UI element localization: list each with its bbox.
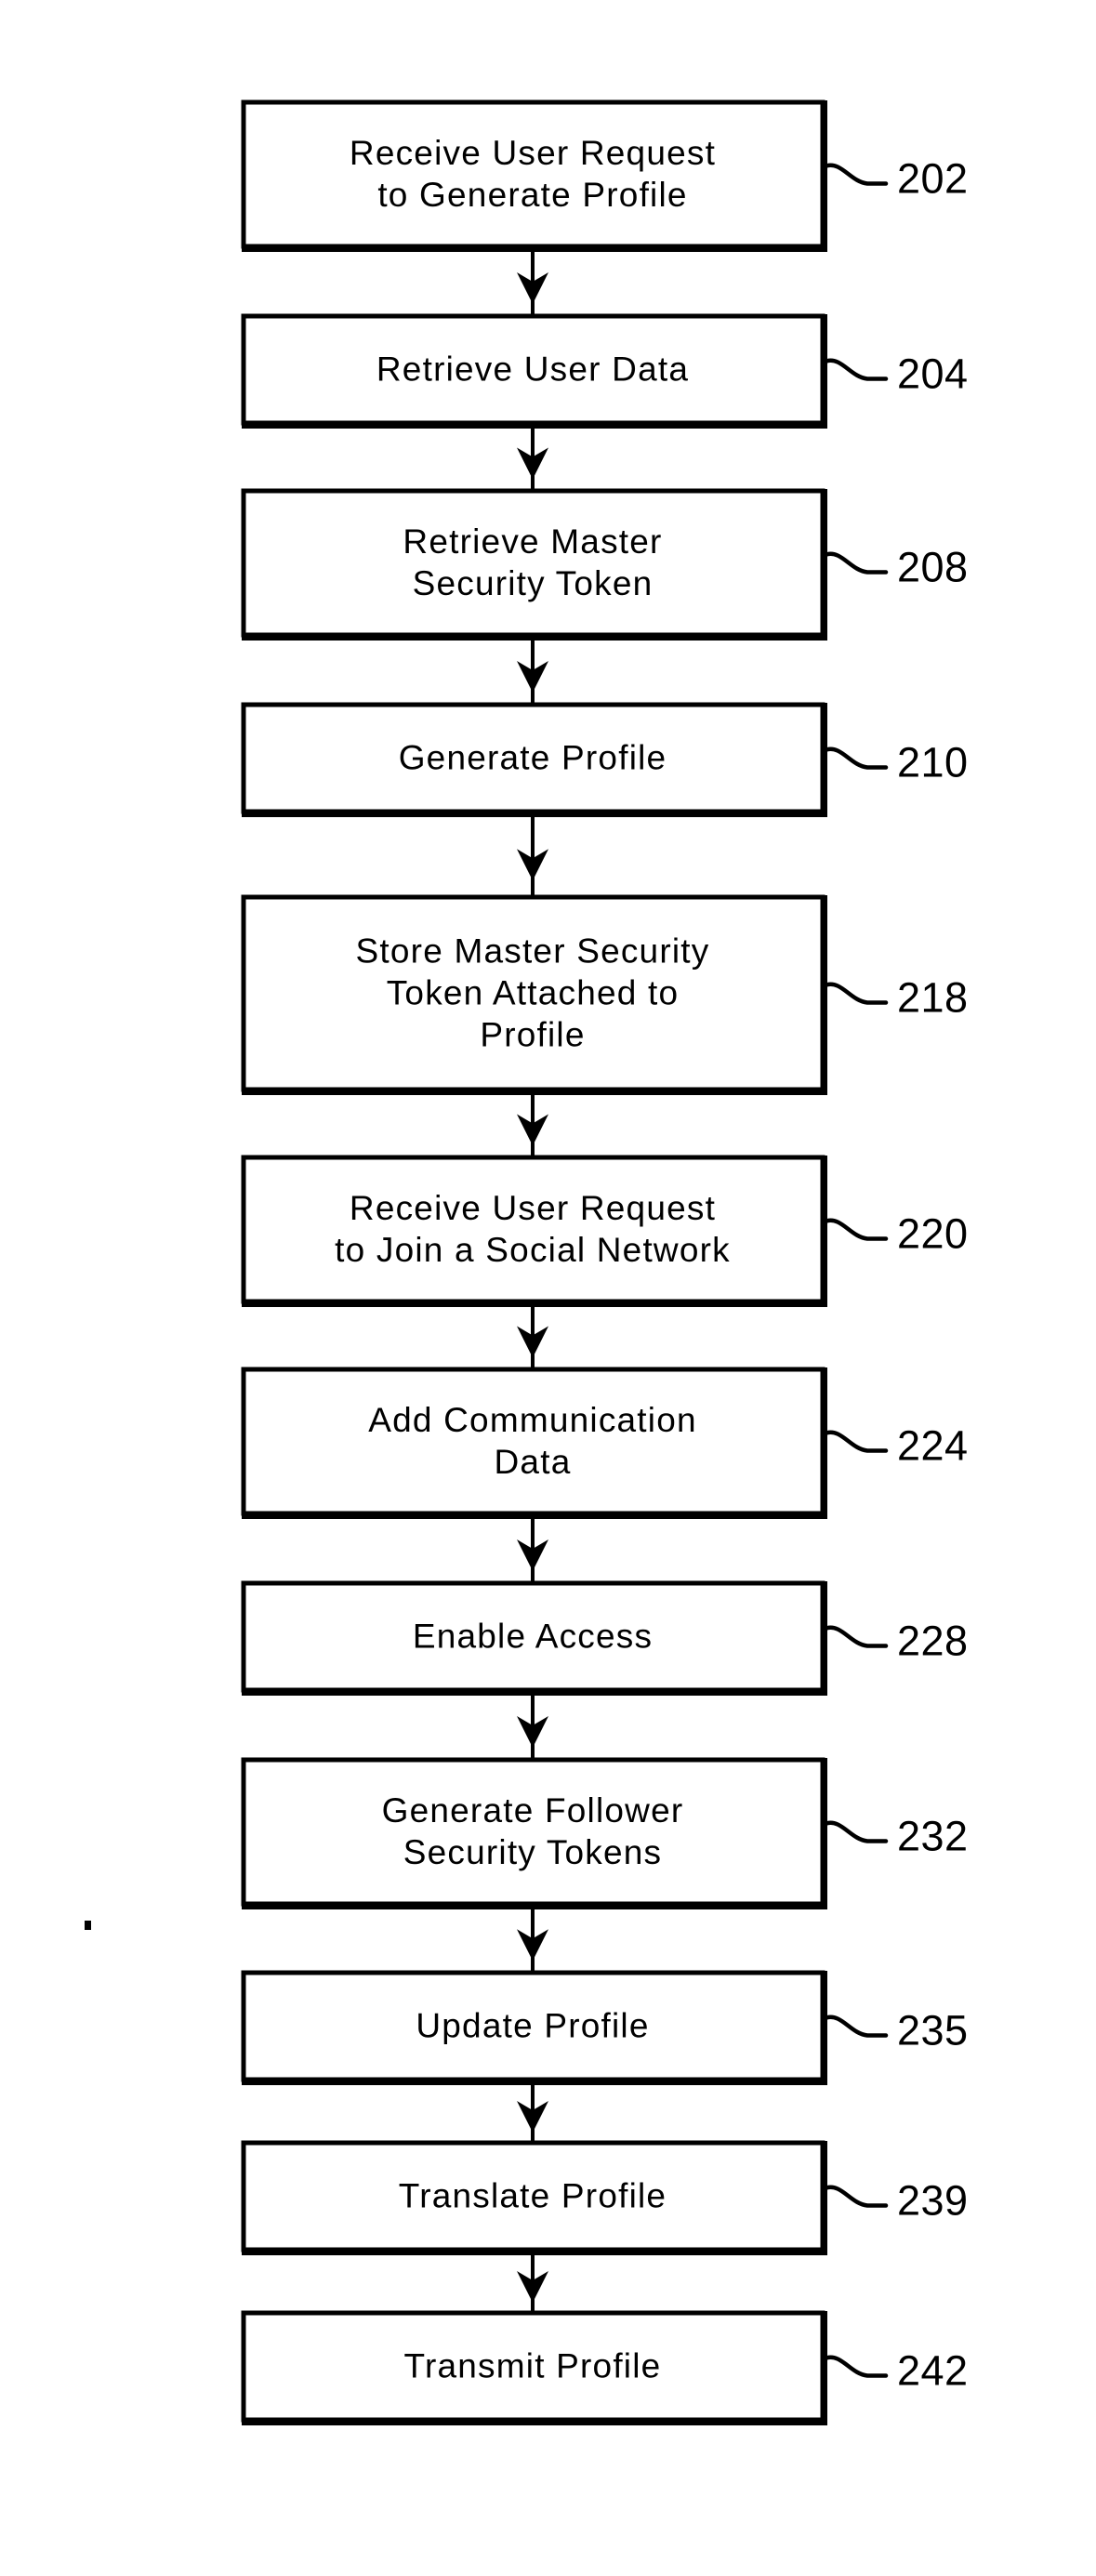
leader-line	[824, 1430, 889, 1453]
process-box-right-edge	[822, 703, 827, 817]
process-box-bottom-edge	[242, 245, 825, 252]
reference-numeral-group: 202 204 208 210 218 220 224 228 232 235 239 242	[824, 155, 969, 2395]
process-box-label: Transmit Profile	[404, 2347, 662, 2385]
flow-arrow	[517, 812, 548, 897]
process-box-label: Translate Profile	[399, 2177, 667, 2215]
process-box[interactable]: Store Master Security Token Attached to Pr…	[241, 894, 827, 1095]
process-box-right-edge	[822, 1758, 827, 1909]
process-box-outline	[241, 99, 825, 249]
process-box[interactable]: Translate Profile	[241, 2140, 827, 2255]
reference-numeral: 210	[824, 739, 969, 786]
flow-arrow	[517, 2080, 548, 2143]
leader-line	[824, 2355, 889, 2378]
flow-arrow	[517, 2250, 548, 2313]
process-box-right-edge	[822, 1156, 827, 1307]
reference-numeral: 232	[824, 1813, 969, 1860]
reference-numeral-text: 235	[897, 2007, 969, 2054]
leader-line	[824, 358, 889, 381]
process-box-bottom-edge	[242, 1513, 825, 1519]
leader-line	[824, 1820, 889, 1843]
process-box-bottom-edge	[242, 1301, 825, 1307]
reference-numeral-text: 224	[897, 1422, 969, 1470]
figure-canvas: Receive User Request to Generate Profile R…	[0, 0, 1096, 2576]
process-box-bottom-edge	[242, 811, 825, 817]
reference-numeral-text: 220	[897, 1210, 969, 1258]
process-box-bottom-edge	[242, 422, 825, 429]
leader-line	[824, 551, 889, 575]
reference-numeral: 218	[824, 974, 969, 1022]
process-box[interactable]: Transmit Profile	[241, 2310, 827, 2425]
reference-numeral: 220	[824, 1210, 969, 1258]
reference-numeral-text: 218	[897, 974, 969, 1022]
process-box-right-edge	[822, 2311, 827, 2425]
process-box-label: Generate Profile	[399, 739, 667, 777]
process-box[interactable]: Enable Access	[241, 1580, 827, 1696]
reference-numeral: 228	[824, 1618, 969, 1665]
reference-numeral-text: 232	[897, 1813, 969, 1860]
process-box-label: Retrieve User Data	[376, 350, 689, 389]
process-box-bottom-edge	[242, 2419, 825, 2425]
reference-numeral: 242	[824, 2347, 969, 2395]
flow-arrow	[517, 1690, 548, 1760]
process-box[interactable]: Add Communication Data	[241, 1367, 827, 1519]
reference-numeral-text: 208	[897, 544, 969, 591]
leader-line	[824, 746, 889, 770]
process-box-right-edge	[822, 2141, 827, 2255]
flow-arrow	[517, 246, 548, 316]
reference-numeral-text: 239	[897, 2177, 969, 2225]
process-box-bottom-edge	[242, 1689, 825, 1696]
leader-line	[824, 982, 889, 1005]
process-box-outline	[241, 1155, 825, 1304]
process-box-outline	[241, 1367, 825, 1516]
process-box-right-edge	[822, 489, 827, 641]
process-box-label: Enable Access	[413, 1618, 653, 1656]
process-box[interactable]: Generate Profile	[241, 702, 827, 817]
leader-line	[824, 2015, 889, 2038]
process-box-outline	[241, 1757, 825, 1907]
reference-numeral: 235	[824, 2007, 969, 2054]
leader-line	[824, 1218, 889, 1241]
process-box[interactable]: Retrieve User Data	[241, 313, 827, 429]
reference-numeral: 208	[824, 544, 969, 591]
process-box[interactable]: Generate Follower Security Tokens	[241, 1757, 827, 1909]
flow-arrow	[517, 423, 548, 491]
process-box-right-edge	[822, 1367, 827, 1519]
reference-numeral-text: 210	[897, 739, 969, 786]
process-box-bottom-edge	[242, 634, 825, 641]
process-box[interactable]: Receive User Request to Join a Social Net…	[241, 1155, 827, 1307]
stray-speck	[85, 1921, 91, 1930]
reference-numeral-text: 228	[897, 1618, 969, 1665]
leader-line	[824, 2185, 889, 2208]
process-box-outline	[241, 488, 825, 638]
process-box-bottom-edge	[242, 2249, 825, 2255]
process-box-right-edge	[822, 1581, 827, 1696]
process-box-bottom-edge	[242, 1903, 825, 1909]
reference-numeral-text: 242	[897, 2347, 969, 2395]
process-box-right-edge	[822, 895, 827, 1095]
leader-line	[824, 163, 889, 186]
leader-line	[824, 1625, 889, 1648]
process-box-right-edge	[822, 314, 827, 429]
flow-arrow	[517, 1513, 548, 1583]
reference-numeral: 204	[824, 350, 969, 398]
flowchart-diagram: Receive User Request to Generate Profile R…	[85, 99, 969, 2425]
process-box-bottom-edge	[242, 1089, 825, 1095]
process-box-bottom-edge	[242, 2079, 825, 2085]
process-box-right-edge	[822, 1971, 827, 2085]
process-box-label: Update Profile	[416, 2007, 649, 2045]
flow-arrow	[517, 1301, 548, 1369]
reference-numeral-text: 204	[897, 350, 969, 398]
reference-numeral: 202	[824, 155, 969, 203]
process-box[interactable]: Receive User Request to Generate Profile	[241, 99, 827, 252]
process-box[interactable]: Retrieve Master Security Token	[241, 488, 827, 641]
reference-numeral: 224	[824, 1422, 969, 1470]
flow-arrow	[517, 1090, 548, 1157]
flow-arrow	[517, 1904, 548, 1973]
reference-numeral-text: 202	[897, 155, 969, 203]
reference-numeral: 239	[824, 2177, 969, 2225]
flow-arrow	[517, 635, 548, 705]
stray-marks-group	[85, 1921, 91, 1930]
process-box-right-edge	[822, 100, 827, 252]
process-box[interactable]: Update Profile	[241, 1970, 827, 2085]
